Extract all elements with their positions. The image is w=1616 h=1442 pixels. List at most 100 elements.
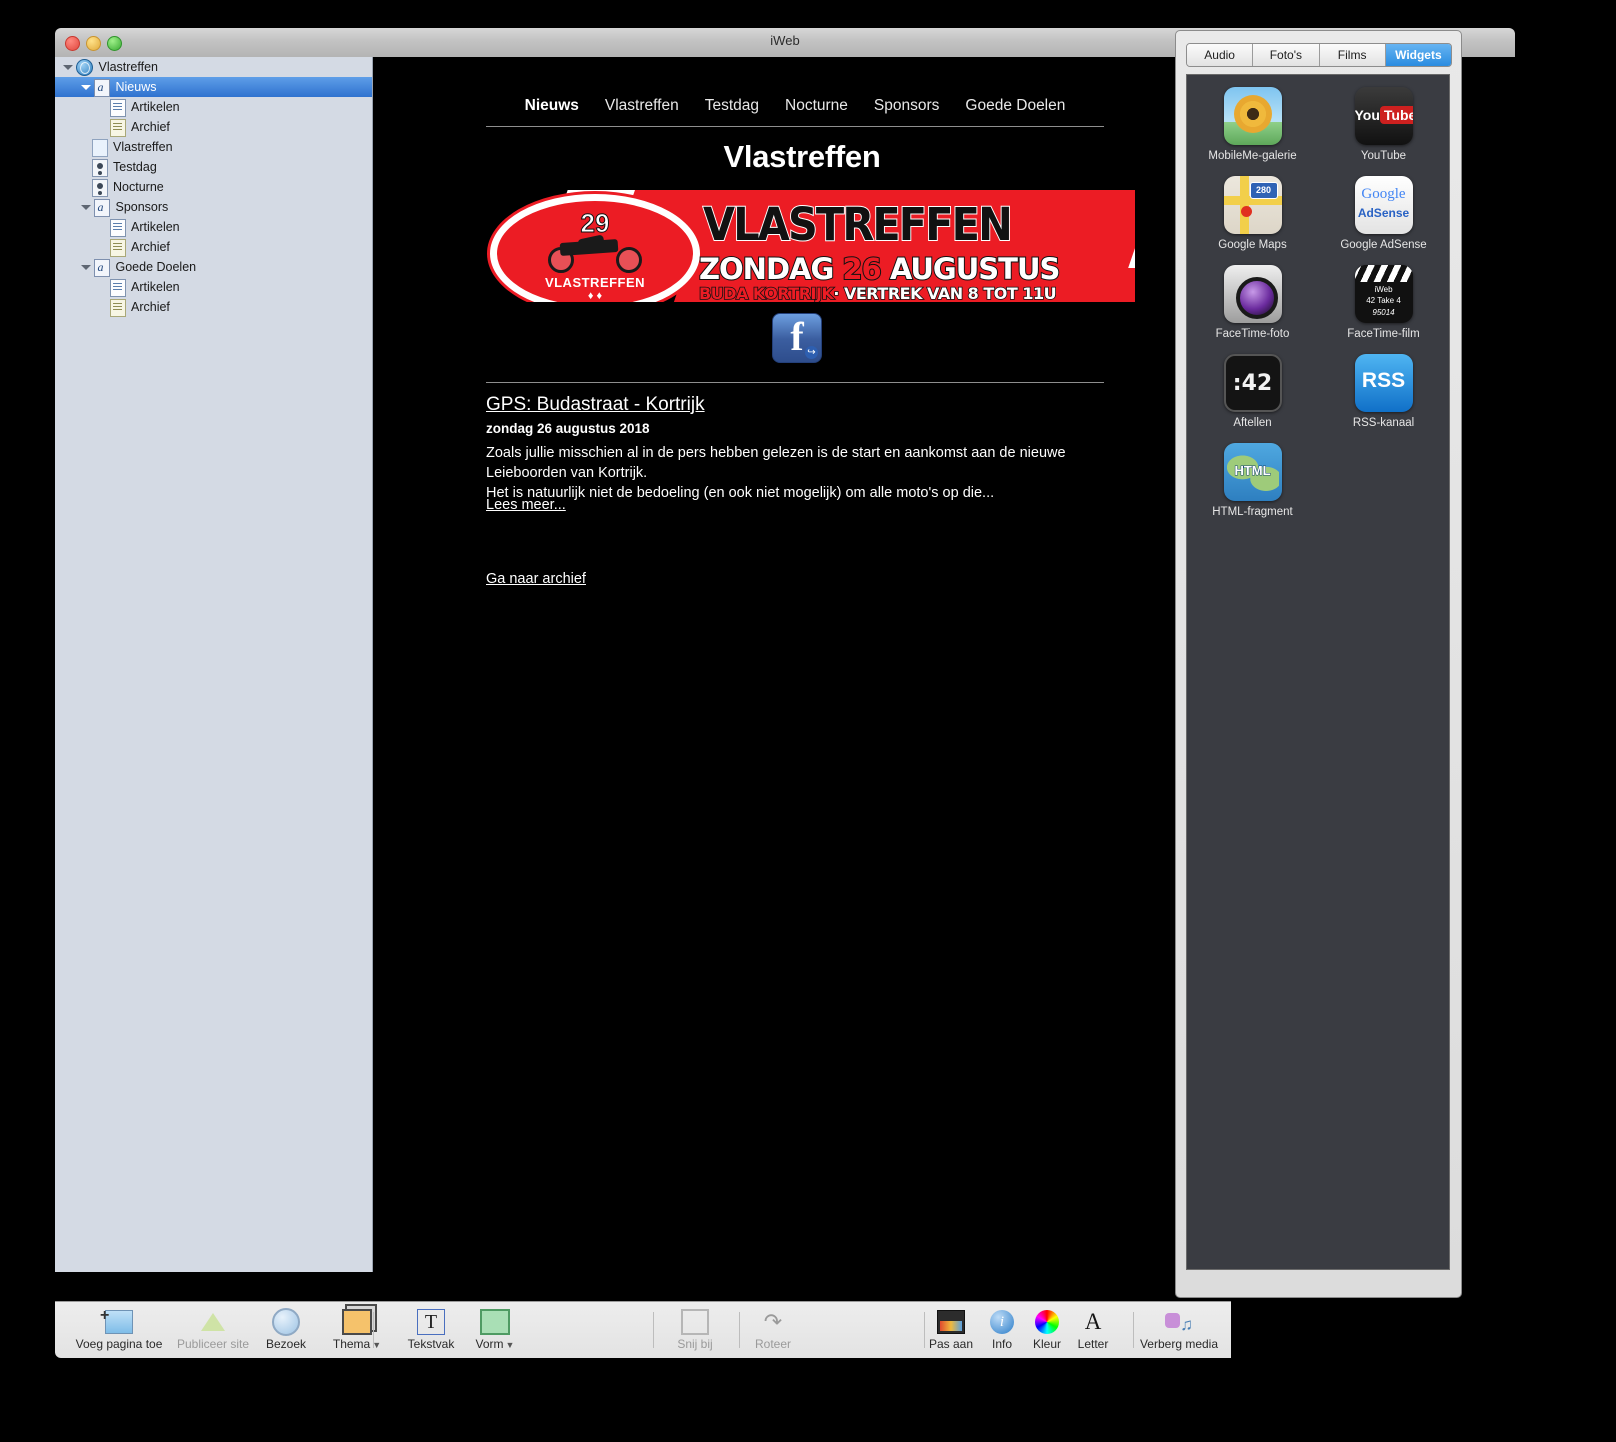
- widget-item-facetime-film[interactable]: iWeb 42 Take 4 95014 FaceTime-film: [1325, 265, 1443, 340]
- widget-item-youtube[interactable]: You Tube YouTube: [1325, 87, 1443, 162]
- vlastreffen-round-logo: 29 VLASTREFFEN ♦ ♦: [490, 194, 700, 302]
- widget-row: HTML HTML-fragment: [1187, 443, 1449, 518]
- toolbar-button-letter[interactable]: A Letter: [1048, 1306, 1138, 1351]
- sidebar-item-archief[interactable]: Archief: [55, 297, 372, 317]
- sidebar-item-nieuws[interactable]: Nieuws: [55, 77, 372, 97]
- toolbar-button-voeg-pagina-toe[interactable]: Voeg pagina toe: [74, 1301, 164, 1351]
- logo-label: VLASTREFFEN: [544, 275, 646, 290]
- countdown-icon[interactable]: :42: [1223, 354, 1282, 412]
- widget-item-facetime-foto[interactable]: FaceTime-foto: [1194, 265, 1312, 340]
- widget-item-aftellen[interactable]: :42 Aftellen: [1194, 354, 1312, 429]
- vlastreffen-banner-image[interactable]: 29 VLASTREFFEN ♦ ♦ VLASTREFFEN ZONDAG 26…: [487, 190, 1135, 302]
- toolbar-button-verberg-media[interactable]: Verberg media: [1134, 1306, 1224, 1351]
- sidebar-item-archief[interactable]: Archief: [55, 237, 372, 257]
- toolbar-button-roteer: ↷ Roteer: [728, 1306, 818, 1351]
- sidebar-item-label: Artikelen: [131, 220, 180, 234]
- disclosure-triangle-icon[interactable]: [63, 65, 73, 71]
- widget-row: MobileMe-galerie You Tube YouTube: [1187, 87, 1449, 162]
- bottom-toolbar[interactable]: Voeg pagina toePubliceer siteBezoekThema…: [55, 1301, 1231, 1358]
- sidebar-item-sponsors[interactable]: Sponsors: [55, 197, 372, 217]
- media-tab-audio[interactable]: Audio: [1187, 44, 1254, 66]
- widget-item-google-maps[interactable]: 280 Google Maps: [1194, 176, 1312, 251]
- facetime-photo-icon[interactable]: [1223, 265, 1282, 323]
- sidebar-item-label: Artikelen: [131, 100, 180, 114]
- nav-link-sponsors[interactable]: Sponsors: [874, 97, 939, 115]
- nav-link-goede-doelen[interactable]: Goede Doelen: [965, 97, 1065, 115]
- sidebar-item-testdag[interactable]: Testdag: [55, 157, 372, 177]
- article-title-link[interactable]: GPS: Budastraat - Kortrijk: [486, 394, 705, 416]
- media-tab-fotos[interactable]: Foto's: [1253, 44, 1320, 66]
- article-body-line-2: Het is natuurlijk niet de bedoeling (en …: [486, 485, 995, 501]
- widgets-grid[interactable]: MobileMe-galerie You Tube YouTube 280 Google …: [1186, 74, 1450, 1270]
- nav-divider: [486, 126, 1104, 127]
- sidebar-item-label: Archief: [131, 120, 170, 134]
- sidebar-item-archief[interactable]: Archief: [55, 117, 372, 137]
- blog-icon: [94, 77, 111, 97]
- sidebar-item-vlastreffen[interactable]: Vlastreffen: [55, 137, 372, 157]
- archive-icon: [110, 298, 126, 317]
- disclosure-triangle-icon[interactable]: [81, 265, 91, 271]
- shape-icon: [450, 1306, 540, 1336]
- site-organizer-sidebar[interactable]: Vlastreffen Nieuws Artikelen Archief Vlastr…: [55, 57, 373, 1272]
- sidebar-item-goede-doelen[interactable]: Goede Doelen: [55, 257, 372, 277]
- banner-date: ZONDAG 26 AUGUSTUS: [698, 251, 1061, 287]
- chevron-down-icon[interactable]: ▼: [506, 1340, 515, 1350]
- rotate-icon: ↷: [763, 1308, 783, 1334]
- toolbar-separator: [924, 1312, 925, 1348]
- facetime-movie-icon[interactable]: iWeb 42 Take 4 95014: [1354, 265, 1413, 323]
- site-tree[interactable]: Vlastreffen Nieuws Artikelen Archief Vlastr…: [55, 57, 372, 317]
- banner-date-number: 26: [841, 251, 882, 287]
- youtube-icon[interactable]: You Tube: [1354, 87, 1413, 145]
- widget-row: FaceTime-foto iWeb 42 Take 4 95014 FaceTime-…: [1187, 265, 1449, 340]
- sidebar-item-label: Vlastreffen: [98, 60, 159, 74]
- fonts-icon: A: [1084, 1308, 1102, 1334]
- read-more-link[interactable]: Lees meer...: [486, 497, 566, 513]
- motorcycle-icon: [547, 234, 643, 273]
- widget-item-google-adsense[interactable]: Google AdSense Google AdSense: [1325, 176, 1443, 251]
- toolbar-separator: [739, 1312, 740, 1348]
- nav-link-nieuws[interactable]: Nieuws: [525, 97, 579, 115]
- facebook-icon[interactable]: f ↪: [772, 313, 822, 363]
- media-tab-widgets[interactable]: Widgets: [1385, 44, 1451, 66]
- site-navigation[interactable]: Nieuws Vlastreffen Testdag Nocturne Sponsors…: [485, 97, 1105, 115]
- media-browser-panel[interactable]: Audio Foto's Films Widgets MobileMe-galerie…: [1175, 30, 1462, 1298]
- toolbar-button-label: Roteer: [754, 1337, 792, 1351]
- disclosure-triangle-icon[interactable]: [81, 205, 91, 211]
- widget-label: Aftellen: [1233, 417, 1272, 429]
- widget-row: 280 Google Maps Google AdSense Google AdSens…: [1187, 176, 1449, 251]
- html-snippet-icon[interactable]: HTML: [1223, 443, 1282, 501]
- sidebar-item-artikelen[interactable]: Artikelen: [55, 277, 372, 297]
- widget-label: HTML-fragment: [1212, 506, 1293, 518]
- media-browser-tabs[interactable]: Audio Foto's Films Widgets: [1186, 43, 1452, 67]
- mobileme-gallery-icon[interactable]: [1223, 87, 1282, 145]
- sidebar-item-artikelen[interactable]: Artikelen: [55, 217, 372, 237]
- widget-item-rss-kanaal[interactable]: RSS RSS-kanaal: [1325, 354, 1443, 429]
- google-adsense-icon[interactable]: Google AdSense: [1354, 176, 1413, 234]
- widget-item-empty: [1325, 443, 1443, 518]
- nav-link-nocturne[interactable]: Nocturne: [785, 97, 848, 115]
- media-tab-films[interactable]: Films: [1319, 44, 1386, 66]
- disclosure-triangle-icon[interactable]: [81, 85, 91, 91]
- banner-date-pre: ZONDAG: [698, 251, 843, 287]
- toolbar-button-label: Letter: [1077, 1337, 1109, 1351]
- sidebar-item-label: Artikelen: [131, 280, 180, 294]
- widget-item-mobileme-galerie[interactable]: MobileMe-galerie: [1194, 87, 1312, 162]
- toolbar-button-vorm[interactable]: Vorm ▼: [450, 1306, 540, 1351]
- archive-icon: [110, 238, 126, 257]
- page-icon: [92, 138, 108, 157]
- rss-icon[interactable]: RSS: [1354, 354, 1413, 412]
- sidebar-item-artikelen[interactable]: Artikelen: [55, 97, 372, 117]
- go-to-archive-link[interactable]: Ga naar archief: [486, 571, 586, 587]
- widget-label: Google Maps: [1218, 239, 1287, 251]
- banner-location-times: · VERTREK VAN 8 TOT 11U: [833, 283, 1058, 302]
- nav-link-testdag[interactable]: Testdag: [705, 97, 759, 115]
- sidebar-item-nocturne[interactable]: Nocturne: [55, 177, 372, 197]
- page-canvas[interactable]: Nieuws Vlastreffen Testdag Nocturne Sponsors…: [373, 57, 1231, 1272]
- sidebar-item-label: Goede Doelen: [115, 260, 197, 274]
- toolbar-button-snij-bij: Snij bij: [650, 1306, 740, 1351]
- widget-item-html-fragment[interactable]: HTML HTML-fragment: [1194, 443, 1312, 518]
- sidebar-item-vlastreffen[interactable]: Vlastreffen: [55, 57, 372, 77]
- google-maps-icon[interactable]: 280: [1223, 176, 1282, 234]
- nav-link-vlastreffen[interactable]: Vlastreffen: [605, 97, 679, 115]
- widget-label: FaceTime-film: [1347, 328, 1420, 340]
